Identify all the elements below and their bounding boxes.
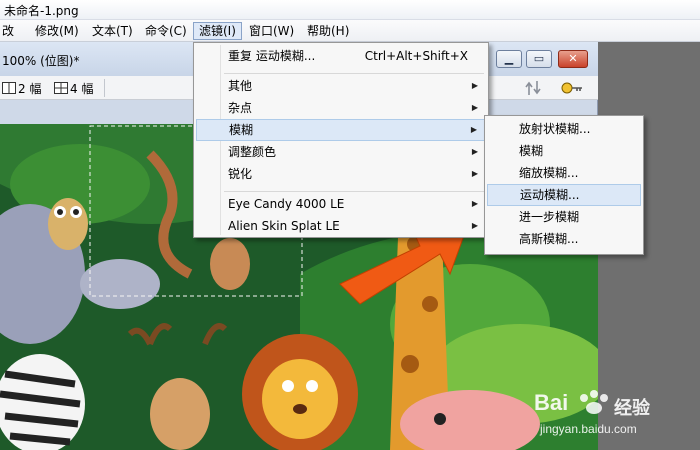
- two-up-label[interactable]: 2 幅: [18, 80, 41, 97]
- menu-edit-partial[interactable]: 改: [0, 22, 19, 40]
- filter-blur-item[interactable]: 模糊 ▶: [196, 119, 486, 141]
- submenu-arrow-icon: ▶: [471, 147, 478, 156]
- filters-menu: 重复 运动模糊... Ctrl+Alt+Shift+X 其他 ▶ 杂点 ▶ 模糊 ▶ …: [193, 42, 489, 238]
- minimize-button[interactable]: ▁: [496, 50, 522, 68]
- restore-button[interactable]: ▭: [526, 50, 552, 68]
- filter-other-item[interactable]: 其他 ▶: [196, 75, 486, 97]
- filter-sharpen-label: 锐化: [228, 167, 253, 181]
- filter-eye-candy-label: Eye Candy 4000 LE: [228, 197, 345, 211]
- toolbar-divider: [104, 79, 105, 97]
- submenu-arrow-icon: ▶: [470, 125, 477, 134]
- menu-separator: [224, 191, 484, 192]
- minimize-icon: ▁: [504, 52, 514, 65]
- submenu-arrow-icon: ▶: [471, 103, 478, 112]
- filter-other-label: 其他: [228, 79, 253, 93]
- filter-blur-label: 模糊: [229, 123, 254, 137]
- gaussian-blur-item[interactable]: 高斯模糊...: [487, 228, 641, 250]
- document-title: 100% (位图)*: [2, 54, 80, 68]
- filter-noise-label: 杂点: [228, 101, 253, 115]
- filter-sharpen-item[interactable]: 锐化 ▶: [196, 163, 486, 185]
- menu-command[interactable]: 命令(C): [140, 22, 192, 40]
- restore-icon: ▭: [533, 52, 545, 65]
- baidu-watermark: Bai 经验 jingyan.baidu.com: [534, 388, 694, 444]
- export-icon[interactable]: [524, 79, 546, 97]
- filter-adjust-color-label: 调整颜色: [228, 145, 277, 159]
- menu-text[interactable]: 文本(T): [87, 22, 138, 40]
- motion-blur-item[interactable]: 运动模糊...: [487, 184, 641, 206]
- watermark-url: jingyan.baidu.com: [540, 422, 637, 436]
- blur-more-item[interactable]: 进一步模糊: [487, 206, 641, 228]
- blur-item[interactable]: 模糊: [487, 140, 641, 162]
- filter-alien-skin-item[interactable]: Alien Skin Splat LE ▶: [196, 215, 486, 237]
- filter-noise-item[interactable]: 杂点 ▶: [196, 97, 486, 119]
- radial-blur-item[interactable]: 放射状模糊...: [487, 118, 641, 140]
- menu-window[interactable]: 窗口(W): [244, 22, 299, 40]
- four-up-label[interactable]: 4 幅: [70, 80, 93, 97]
- submenu-arrow-icon: ▶: [471, 169, 478, 178]
- repeat-shortcut: Ctrl+Alt+Shift+X: [364, 49, 468, 63]
- filter-adjust-color-item[interactable]: 调整颜色 ▶: [196, 141, 486, 163]
- app-titlebar: 未命名-1.png: [0, 0, 700, 20]
- close-icon: ✕: [568, 52, 578, 65]
- menu-bar: 改 修改(M) 文本(T) 命令(C) 滤镜(I) 窗口(W) 帮助(H): [0, 20, 700, 42]
- blur-submenu: 放射状模糊... 模糊 缩放模糊... 运动模糊... 进一步模糊 高斯模糊..…: [484, 115, 644, 255]
- menu-help[interactable]: 帮助(H): [302, 22, 354, 40]
- watermark-brand: Bai: [534, 390, 569, 415]
- menu-modify[interactable]: 修改(M): [30, 22, 84, 40]
- window-title: 未命名-1.png: [4, 4, 79, 18]
- submenu-arrow-icon: ▶: [471, 221, 478, 230]
- close-button[interactable]: ✕: [558, 50, 588, 68]
- zoom-blur-item[interactable]: 缩放模糊...: [487, 162, 641, 184]
- filter-alien-skin-label: Alien Skin Splat LE: [228, 219, 340, 233]
- watermark-brand-cn: 经验: [614, 398, 650, 419]
- key-icon[interactable]: [560, 79, 586, 97]
- repeat-motion-blur-item[interactable]: 重复 运动模糊... Ctrl+Alt+Shift+X: [196, 45, 486, 67]
- four-up-icon[interactable]: [54, 82, 68, 94]
- menu-filters[interactable]: 滤镜(I): [193, 22, 242, 40]
- filter-eye-candy-item[interactable]: Eye Candy 4000 LE ▶: [196, 193, 486, 215]
- two-up-icon[interactable]: [2, 82, 16, 94]
- submenu-arrow-icon: ▶: [471, 81, 478, 90]
- submenu-arrow-icon: ▶: [471, 199, 478, 208]
- menu-separator: [224, 73, 484, 74]
- repeat-motion-blur-label: 重复 运动模糊...: [228, 49, 316, 63]
